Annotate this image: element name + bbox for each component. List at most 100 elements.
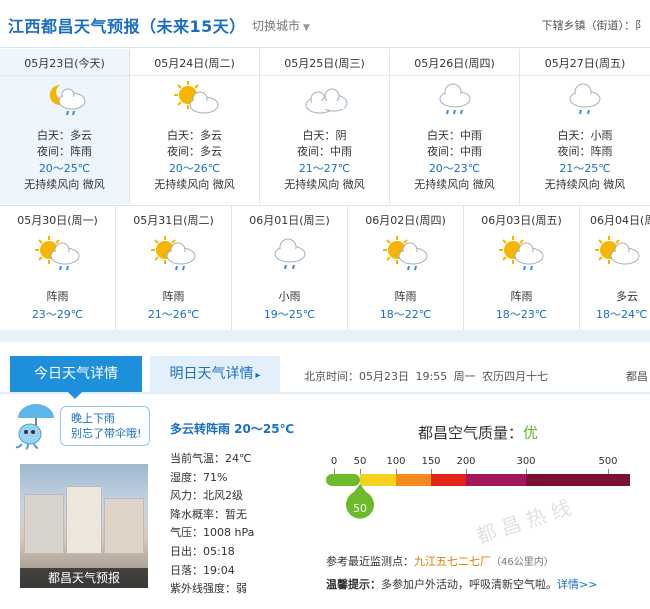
station-distance: （46公里内） bbox=[491, 557, 554, 568]
forecast-day[interactable]: 05月25日(周三) 白天：阴 夜间：中雨 21～27℃ 无持续风向 微风 bbox=[260, 49, 390, 204]
aqi-scale-segment bbox=[526, 474, 630, 486]
sun-cloud-rain-icon bbox=[498, 236, 543, 271]
page-title: 江西都昌天气预报（未来15天） bbox=[8, 17, 246, 36]
uv-index: 紫外线强度：弱 bbox=[170, 582, 247, 596]
temperature-range: 19～25℃ bbox=[263, 308, 316, 321]
warm-tip-label: 温馨提示： bbox=[326, 578, 381, 591]
condition: 多云 bbox=[616, 290, 638, 303]
sunset-time: 日落：19:04 bbox=[170, 563, 235, 577]
tab-today-detail[interactable]: 今日天气详情 bbox=[10, 356, 142, 399]
photo-caption: 都昌天气预报 bbox=[20, 568, 148, 588]
sun-cloud-rain-icon bbox=[34, 236, 79, 271]
temperature-range: 21～25℃ bbox=[559, 162, 611, 175]
header: 江西都昌天气预报（未来15天） 切换城市 ▼ 下辖乡镇（街道）：阝 bbox=[0, 0, 650, 48]
sub-area-link[interactable]: 下辖乡镇（街道）：阝 bbox=[542, 17, 647, 33]
day-condition: 白天：多云 bbox=[37, 129, 92, 142]
city-label: 都昌 bbox=[626, 370, 648, 383]
forecast-date: 05月24日(周二) bbox=[130, 55, 259, 76]
temperature-range: 18～24℃ bbox=[596, 308, 648, 321]
temperature-range: 20～26℃ bbox=[168, 162, 221, 175]
chevron-right-icon: ▸ bbox=[255, 370, 261, 381]
day-condition: 白天：多云 bbox=[167, 129, 222, 142]
forecast-date: 06月01日(周三) bbox=[249, 214, 330, 227]
overcast-icon bbox=[305, 88, 347, 114]
sun-cloud-icon bbox=[595, 236, 640, 265]
forecast-day[interactable]: 05月30日(周一) 阵雨 23～29℃ bbox=[0, 206, 116, 331]
partly-cloudy-night-rain-icon bbox=[49, 84, 85, 116]
forecast-day[interactable]: 05月27日(周五) 白天：小雨 夜间：阵雨 21～25℃ 无持续风向 微风 bbox=[520, 49, 650, 204]
wind-force: 风力：北风2级 bbox=[170, 489, 243, 503]
day-condition: 白天：阴 bbox=[302, 129, 347, 142]
forecast-date: 05月26日(周四) bbox=[390, 55, 519, 76]
forecast-date: 05月31日(周二) bbox=[133, 214, 214, 227]
forecast-day[interactable]: 06月03日(周五) 阵雨 18～23℃ bbox=[464, 206, 580, 331]
station-name[interactable]: 九江五七二七厂 bbox=[414, 555, 491, 568]
condition: 阵雨 bbox=[162, 290, 185, 303]
tip-bubble: 晚上下雨 别忘了带伞哦! bbox=[60, 406, 150, 446]
day-condition: 白天：小雨 bbox=[557, 129, 613, 142]
forecast-date: 05月25日(周三) bbox=[260, 55, 389, 76]
tip-line-1: 晚上下雨 bbox=[71, 412, 115, 425]
wind-info: 无持续风向 微风 bbox=[414, 178, 495, 191]
aqi-scale-segment bbox=[431, 474, 466, 486]
aqi-scale-segment bbox=[396, 474, 431, 486]
air-quality-level: 优 bbox=[523, 424, 539, 442]
tab-underline bbox=[0, 392, 650, 394]
forecast-date: 06月04日(周 bbox=[590, 214, 650, 227]
forecast-date: 05月23日(今天) bbox=[0, 55, 129, 76]
wind-info: 无持续风向 微风 bbox=[24, 178, 105, 191]
tab-tomorrow-detail[interactable]: 明日天气详情 ▸ bbox=[150, 356, 280, 392]
night-condition: 夜间：中雨 bbox=[297, 145, 352, 158]
today-details-list: 当前气温：24℃ 湿度：71% 风力：北风2级 降水概率：暂无 气压：1008 … bbox=[170, 450, 254, 599]
reference-station: 参考最近监测点：九江五七二七厂（46公里内） bbox=[326, 553, 554, 569]
temperature-range: 21～26℃ bbox=[147, 308, 200, 321]
forecast-day[interactable]: 05月24日(周二) 白天：多云 夜间：多云 20～26℃ 无持续风向 微风 bbox=[130, 49, 260, 204]
temperature-range: 18～22℃ bbox=[379, 308, 432, 321]
aqi-tick-label: 200 bbox=[456, 456, 476, 467]
forecast-date: 05月27日(周五) bbox=[520, 55, 650, 76]
precipitation-probability: 降水概率：暂无 bbox=[170, 507, 247, 521]
beijing-time: 北京时间：05月23日 19:55 周一 农历四月十七 bbox=[304, 370, 549, 383]
rain-cloud-icon bbox=[274, 238, 305, 270]
tab-tomorrow-label: 明日天气详情 bbox=[169, 366, 254, 382]
night-condition: 夜间：阵雨 bbox=[37, 145, 92, 158]
rain-cloud-icon bbox=[569, 83, 601, 115]
aqi-tick-label: 300 bbox=[516, 456, 536, 467]
aqi-value: 50 bbox=[353, 502, 367, 515]
condition: 小雨 bbox=[278, 290, 301, 303]
switch-city-dropdown[interactable]: 切换城市 ▼ bbox=[252, 17, 310, 34]
chevron-down-icon: ▼ bbox=[303, 23, 310, 33]
forecast-day[interactable]: 06月02日(周四) 阵雨 18～22℃ bbox=[348, 206, 464, 331]
forecast-day[interactable]: 06月04日(周 多云 18～24℃ bbox=[580, 206, 650, 331]
weather-tip: 晚上下雨 别忘了带伞哦! bbox=[12, 400, 152, 452]
switch-city-label: 切换城市 bbox=[252, 19, 301, 33]
temperature-range: 20～25℃ bbox=[38, 162, 91, 175]
sun-cloud-icon bbox=[173, 81, 218, 114]
forecast-day[interactable]: 05月26日(周四) 白天：中雨 夜间：中雨 20～23℃ 无持续风向 微风 bbox=[390, 49, 520, 204]
temperature-range: 20～23℃ bbox=[428, 162, 481, 175]
rain-cloud-icon bbox=[439, 83, 470, 115]
day-condition: 白天：中雨 bbox=[427, 129, 482, 142]
forecast-day[interactable]: 06月01日(周三) 小雨 19～25℃ bbox=[232, 206, 348, 331]
temperature-range: 23～29℃ bbox=[31, 308, 84, 321]
aqi-tick-label: 150 bbox=[421, 456, 441, 467]
forecast-row-days-1-5: 05月23日(今天) 白天：多云 夜间：阵雨 20～25℃ 无持续风向 微风 0… bbox=[0, 49, 650, 204]
night-condition: 夜间：中雨 bbox=[427, 145, 482, 158]
forecast-day[interactable]: 05月31日(周二) 阵雨 21～26℃ bbox=[116, 206, 232, 331]
warm-tip-text: 多参加户外活动，呼吸清新空气啦。 bbox=[381, 578, 557, 591]
details-link[interactable]: 详情>> bbox=[557, 578, 597, 591]
forecast-date: 06月02日(周四) bbox=[365, 214, 446, 227]
wind-info: 无持续风向 微风 bbox=[544, 178, 626, 191]
aqi-scale-segment bbox=[466, 474, 526, 486]
condition: 阵雨 bbox=[510, 290, 533, 303]
section-divider bbox=[0, 330, 650, 342]
sun-cloud-rain-icon bbox=[382, 236, 427, 271]
forecast-day[interactable]: 05月23日(今天) 白天：多云 夜间：阵雨 20～25℃ 无持续风向 微风 bbox=[0, 49, 130, 204]
watermark: 都昌热线 bbox=[473, 493, 580, 549]
current-temperature: 当前气温：24℃ bbox=[170, 452, 252, 465]
night-condition: 夜间：多云 bbox=[167, 145, 222, 158]
temperature-range: 21～27℃ bbox=[298, 162, 351, 175]
forecast-row-days-8-13: 05月30日(周一) 阵雨 23～29℃ 05月31日(周二) 阵雨 21～26… bbox=[0, 205, 650, 331]
reference-label: 参考最近监测点： bbox=[326, 555, 414, 568]
air-quality-label: 都昌空气质量： bbox=[418, 424, 524, 442]
